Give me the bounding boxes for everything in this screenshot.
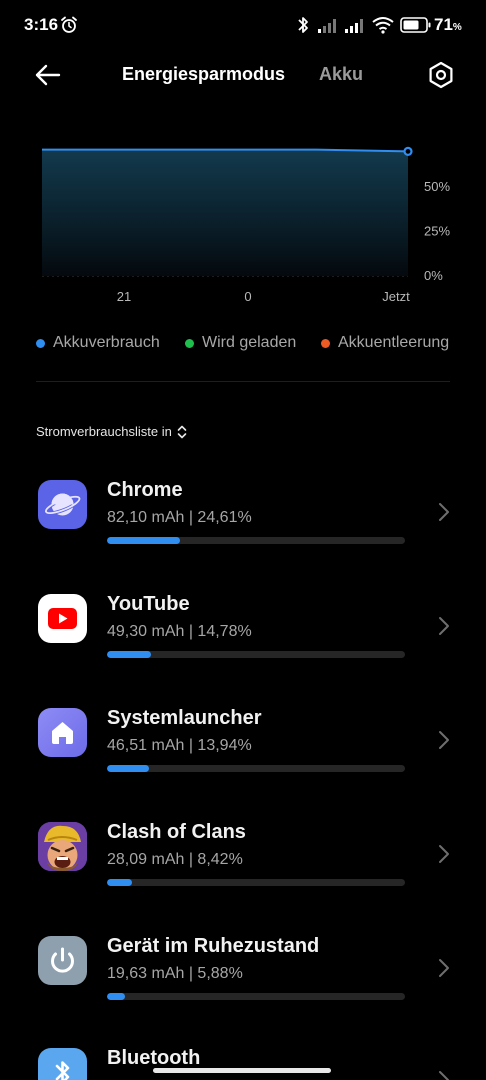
tab-akku[interactable]: Akku — [319, 64, 363, 85]
status-time: 3:16 — [24, 15, 59, 34]
home-icon — [38, 708, 87, 757]
app-row-geraet-im-ruhezustand[interactable]: Gerät im Ruhezustand 19,63 mAh | 5,88% — [0, 918, 486, 1018]
app-row-systemlauncher[interactable]: Systemlauncher 46,51 mAh | 13,94% — [0, 690, 486, 790]
chart-area-fill — [42, 149, 408, 276]
bluetooth-status-icon — [296, 15, 310, 40]
app-name: Chrome — [107, 479, 183, 501]
chart-x-tick-label: Jetzt — [382, 289, 410, 304]
section-divider — [36, 381, 450, 382]
legend-item-wird-geladen: Wird geladen — [185, 334, 296, 352]
app-name: Clash of Clans — [107, 821, 246, 843]
sort-label: Stromverbrauchsliste in — [36, 424, 172, 439]
clash-of-clans-icon — [38, 822, 87, 871]
chart-x-tick-label: 0 — [244, 289, 251, 304]
signal-sim2-icon — [345, 17, 367, 38]
legend-dot-orange — [321, 338, 330, 348]
wifi-icon — [372, 16, 394, 39]
chart-current-point — [403, 146, 413, 157]
app-usage: 28,09 mAh | 8,42% — [107, 851, 243, 868]
tab-energiesparmodus[interactable]: Energiesparmodus — [122, 64, 285, 85]
usage-bar-fill — [107, 879, 133, 886]
usage-bar-fill — [107, 765, 149, 772]
chevron-right-icon — [439, 845, 449, 863]
chart-x-tick-label: 21 — [117, 289, 131, 304]
chart-y-tick-label: 25% — [424, 224, 450, 239]
youtube-icon — [38, 594, 87, 643]
app-usage: 82,10 mAh | 24,61% — [107, 509, 252, 526]
settings-hexagon-icon — [429, 61, 453, 89]
alarm-icon — [60, 16, 78, 39]
app-row-chrome[interactable]: Chrome 82,10 mAh | 24,61% — [0, 462, 486, 562]
usage-bar — [107, 537, 405, 544]
usage-bar — [107, 879, 405, 886]
battery-chart-svg: 50% 25% 0% 21 0 Jetzt — [42, 146, 450, 304]
app-name: YouTube — [107, 593, 190, 615]
app-bar: Energiesparmodus Akku — [0, 52, 486, 98]
back-button[interactable] — [32, 60, 66, 90]
usage-bar — [107, 651, 405, 658]
app-usage: 19,63 mAh | 5,88% — [107, 965, 243, 982]
usage-bar — [107, 765, 405, 772]
power-icon — [38, 936, 87, 985]
legend-item-akkuentleerung: Akkuentleerung — [321, 334, 449, 352]
chevron-right-icon — [439, 959, 449, 977]
chevron-right-icon — [439, 731, 449, 749]
battery-icon — [400, 16, 432, 39]
app-usage: 49,30 mAh | 14,78% — [107, 623, 252, 640]
app-usage: 46,51 mAh | 13,94% — [107, 737, 252, 754]
legend-label: Wird geladen — [202, 334, 297, 351]
chart-legend: Akkuverbrauch Wird geladen Akkuentleerun… — [36, 334, 456, 356]
back-arrow-icon — [35, 64, 61, 86]
bluetooth-icon — [38, 1048, 87, 1080]
sort-selector[interactable]: Stromverbrauchsliste in — [36, 424, 187, 439]
usage-bar-fill — [107, 993, 125, 1000]
chrome-planet-icon — [38, 480, 87, 529]
app-row-youtube[interactable]: YouTube 49,30 mAh | 14,78% — [0, 576, 486, 676]
app-name: Bluetooth — [107, 1047, 201, 1069]
usage-bar-fill — [107, 537, 181, 544]
home-indicator[interactable] — [153, 1068, 331, 1073]
settings-button[interactable] — [426, 60, 456, 90]
legend-item-akkuverbrauch: Akkuverbrauch — [36, 334, 160, 352]
usage-bar — [107, 993, 405, 1000]
chart-y-tick-label: 0% — [424, 268, 443, 283]
legend-dot-green — [185, 338, 194, 348]
legend-label: Akkuentleerung — [338, 334, 450, 351]
legend-dot-blue — [36, 338, 45, 348]
usage-bar-fill — [107, 651, 152, 658]
battery-percent: 71% — [434, 15, 462, 34]
battery-chart: 50% 25% 0% 21 0 Jetzt — [0, 98, 486, 313]
legend-label: Akkuverbrauch — [53, 334, 160, 351]
chevron-right-icon — [439, 617, 449, 635]
chart-y-tick-label: 50% — [424, 179, 450, 194]
signal-sim1-icon — [318, 17, 340, 38]
app-name: Gerät im Ruhezustand — [107, 935, 320, 957]
sort-updown-icon — [177, 425, 187, 438]
status-bar: 3:16 71% — [0, 0, 486, 52]
chevron-right-icon — [439, 1071, 449, 1080]
chevron-right-icon — [439, 503, 449, 521]
app-row-clash-of-clans[interactable]: Clash of Clans 28,09 mAh | 8,42% — [0, 804, 486, 904]
app-name: Systemlauncher — [107, 707, 262, 729]
